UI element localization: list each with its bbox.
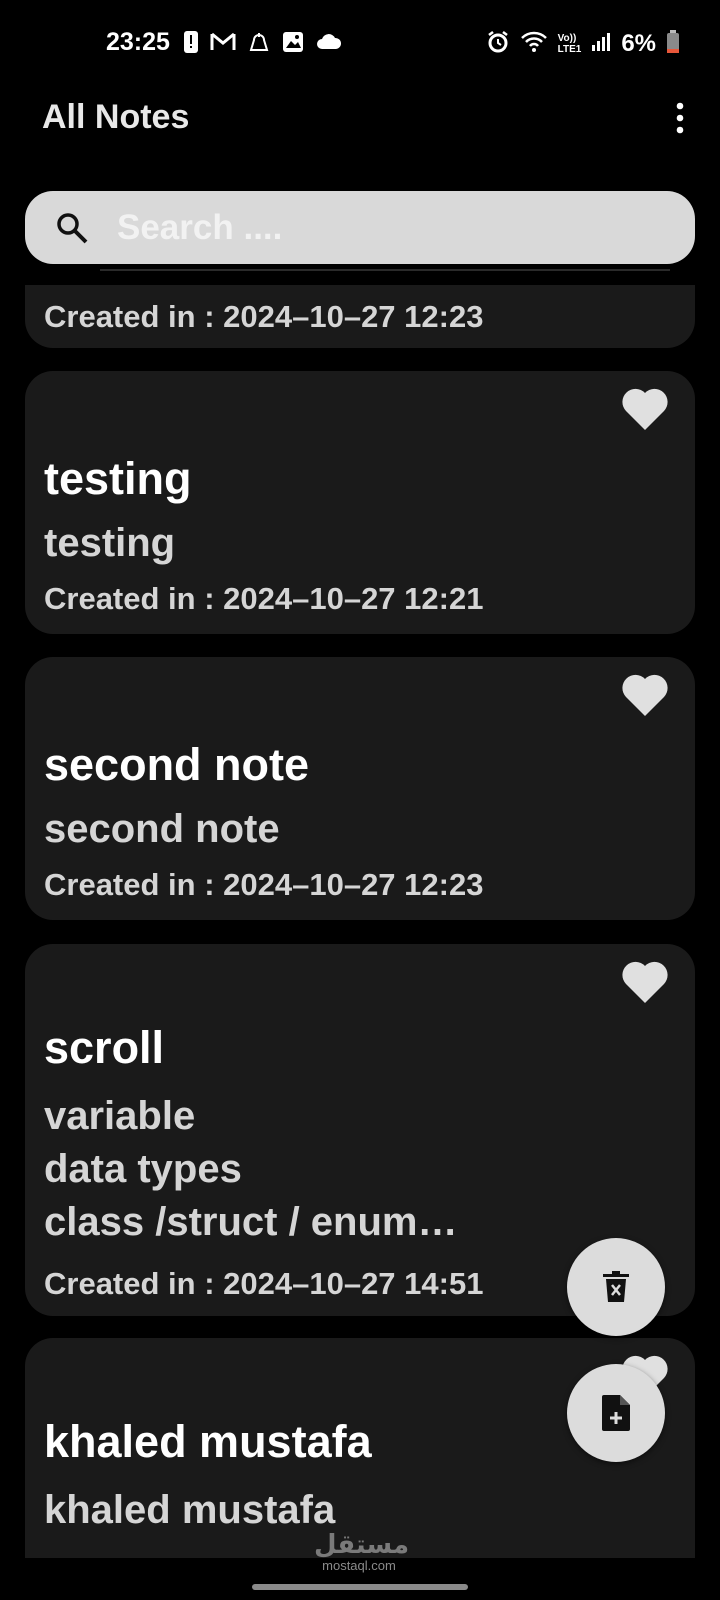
note-body-line: data types (44, 1147, 242, 1191)
page-title: All Notes (42, 98, 190, 136)
note-date: Created in : 2024–10–27 12:23 (44, 867, 484, 902)
status-left-icons (184, 30, 342, 58)
search-icon (55, 211, 89, 250)
note-title: khaled mustafa (44, 1416, 372, 1467)
note-body-line: second note (44, 807, 280, 851)
delete-all-button[interactable] (567, 1238, 665, 1336)
add-note-icon (602, 1395, 630, 1431)
battery-icon (666, 29, 680, 59)
watermark-latin: mostaql.com (322, 1558, 396, 1573)
status-right-icons: Vo)) LTE1 6% (486, 29, 680, 59)
search-bar[interactable] (25, 191, 695, 264)
gallery-icon (282, 31, 304, 58)
cloud-icon (316, 33, 342, 56)
note-title: scroll (44, 1022, 165, 1073)
gmail-icon (210, 32, 236, 57)
note-body-line: variable (44, 1094, 196, 1138)
watermark-arabic: مستقل (314, 1529, 410, 1559)
status-time: 23:25 (106, 28, 170, 56)
note-body-line: class /struct / enum… (44, 1200, 458, 1244)
note-date: Created in : 2024–10–27 12:23 (44, 299, 484, 334)
more-vert-icon (676, 102, 684, 134)
note-card[interactable]: Created in : 2024–10–27 12:23 (25, 285, 695, 348)
alert-icon (184, 30, 198, 58)
note-body-line: testing (44, 521, 176, 565)
search-divider (100, 269, 670, 271)
favorite-heart-icon[interactable] (621, 673, 669, 722)
delete-icon (603, 1271, 629, 1302)
note-body-line: khaled mustafa (44, 1488, 336, 1532)
note-date: Created in : 2024–10–27 14:51 (44, 1266, 484, 1301)
battery-percent: 6% (621, 30, 656, 57)
status-bar: 23:25 Vo)) LTE1 6% (0, 0, 720, 88)
notification-icon (248, 31, 270, 58)
more-options-button[interactable] (660, 98, 700, 138)
favorite-heart-icon[interactable] (621, 960, 669, 1009)
note-title: second note (44, 739, 310, 790)
watermark: مستقل mostaql.com (314, 1529, 410, 1573)
search-input[interactable] (115, 203, 659, 253)
add-note-button[interactable] (567, 1364, 665, 1462)
gesture-nav-bar[interactable] (252, 1584, 468, 1590)
note-card[interactable]: second note second note Created in : 202… (25, 657, 695, 920)
note-title: testing (44, 453, 192, 504)
note-date: Created in : 2024–10–27 12:21 (44, 581, 484, 616)
volte-icon: Vo)) LTE1 (557, 33, 582, 55)
note-card[interactable]: testing testing Created in : 2024–10–27 … (25, 371, 695, 634)
favorite-heart-icon[interactable] (621, 387, 669, 436)
alarm-icon (486, 30, 510, 59)
signal-icon (591, 32, 611, 57)
wifi-icon (520, 31, 548, 58)
